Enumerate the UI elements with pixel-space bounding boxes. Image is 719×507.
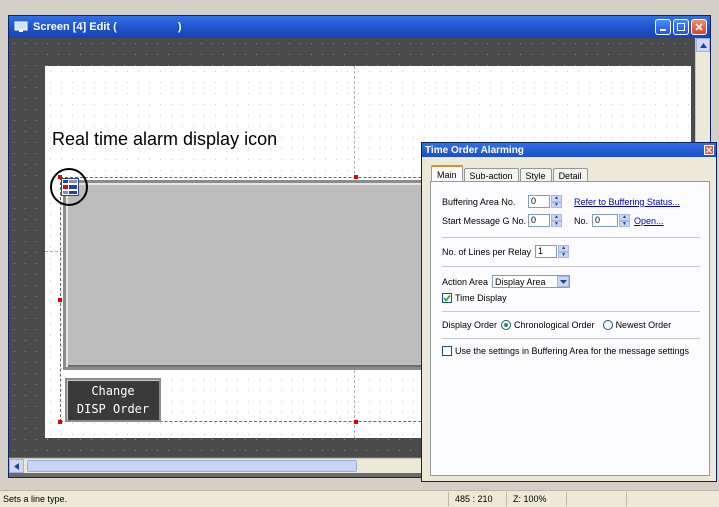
horizontal-scroll-thumb[interactable] — [27, 460, 357, 472]
display-order-row: Display Order Chronological Order Newest… — [442, 320, 671, 330]
time-display-row: Time Display — [442, 293, 507, 303]
chronological-order-label: Chronological Order — [514, 320, 595, 330]
no-stepper[interactable]: 0 ▲ ▼ — [592, 214, 631, 227]
main-tab-panel: Buffering Area No. 0 ▲ ▼ Refer to Bufferi… — [430, 181, 710, 476]
minimize-icon[interactable] — [655, 19, 671, 35]
scroll-up-icon[interactable] — [696, 38, 710, 52]
display-order-label: Display Order — [442, 320, 498, 330]
spin-down-icon[interactable]: ▼ — [619, 220, 631, 227]
status-bar: Sets a line type. 485 : 210 Z: 100% — [0, 490, 719, 507]
status-pane-empty — [566, 492, 626, 506]
no-input[interactable]: 0 — [592, 214, 619, 227]
change-display-order-button[interactable]: Change DISP Order — [65, 378, 161, 422]
start-message-label: Start Message G No. — [442, 215, 527, 226]
newest-order-radio[interactable] — [602, 320, 613, 330]
dialog-titlebar[interactable]: Time Order Alarming — [422, 143, 716, 157]
start-message-row: Start Message G No. 0 ▲ ▼ No. 0 ▲ ▼ Open..… — [442, 214, 664, 227]
no-label: No. — [574, 215, 589, 226]
use-settings-checkbox[interactable] — [442, 346, 452, 356]
g-no-input[interactable]: 0 — [528, 214, 550, 227]
tab-sub-action[interactable]: Sub-action — [463, 168, 519, 182]
scroll-left-icon[interactable] — [9, 459, 24, 473]
action-area-select[interactable]: Display Area — [492, 275, 571, 288]
time-display-label: Time Display — [455, 293, 507, 303]
close-icon[interactable] — [691, 19, 707, 35]
buffering-area-row: Buffering Area No. 0 ▲ ▼ Refer to Bufferi… — [442, 195, 680, 208]
lines-per-relay-stepper[interactable]: 1 ▲ ▼ — [535, 245, 570, 258]
buffering-area-stepper[interactable]: 0 ▲ ▼ — [528, 195, 562, 208]
lines-per-relay-row: No. of Lines per Relay 1 ▲ ▼ — [442, 245, 570, 258]
refer-buffering-status-link[interactable]: Refer to Buffering Status... — [574, 197, 680, 207]
chevron-down-icon[interactable] — [557, 276, 570, 287]
dialog-tabs: Main Sub-action Style Detail — [431, 165, 589, 182]
tab-main[interactable]: Main — [431, 165, 463, 182]
separator — [442, 338, 700, 339]
selection-handle[interactable] — [58, 420, 62, 424]
lines-per-relay-input[interactable]: 1 — [535, 245, 558, 258]
action-area-label: Action Area — [442, 276, 489, 287]
newest-order-label: Newest Order — [615, 320, 672, 330]
separator — [442, 311, 700, 312]
open-link[interactable]: Open... — [634, 216, 664, 226]
tab-detail[interactable]: Detail — [552, 168, 588, 182]
time-display-checkbox[interactable] — [442, 293, 452, 303]
dialog-close-icon[interactable] — [704, 145, 714, 155]
zoom-level: Z: 100% — [506, 492, 566, 506]
window-title: Screen [4] Edit ( ) — [33, 21, 182, 33]
button-line-1: Change — [91, 384, 135, 398]
selection-handle[interactable] — [58, 298, 62, 302]
action-area-value: Display Area — [495, 276, 546, 287]
separator — [442, 266, 700, 267]
button-line-2: DISP Order — [76, 402, 150, 416]
buffering-area-input[interactable]: 0 — [528, 195, 550, 208]
separator — [442, 237, 700, 238]
tab-style[interactable]: Style — [519, 168, 552, 182]
action-area-row: Action Area Display Area — [442, 275, 571, 288]
annotation-label: Real time alarm display icon — [52, 129, 278, 149]
spin-down-icon[interactable]: ▼ — [558, 251, 570, 258]
screen-edit-icon — [13, 20, 29, 34]
selection-handle[interactable] — [354, 175, 358, 179]
lines-per-relay-label: No. of Lines per Relay — [442, 246, 532, 257]
g-no-stepper[interactable]: 0 ▲ ▼ — [528, 214, 562, 227]
dialog-title: Time Order Alarming — [425, 144, 524, 156]
spin-down-icon[interactable]: ▼ — [551, 201, 562, 208]
status-pane-empty — [626, 492, 719, 506]
cursor-coordinates: 485 : 210 — [448, 492, 506, 506]
restore-icon[interactable] — [673, 19, 689, 35]
time-order-alarming-dialog: Time Order Alarming Main Sub-action Styl… — [421, 142, 717, 482]
buffering-area-label: Buffering Area No. — [442, 196, 516, 207]
use-settings-label: Use the settings in Buffering Area for t… — [455, 346, 689, 356]
window-titlebar[interactable]: Screen [4] Edit ( ) — [9, 16, 710, 38]
spin-down-icon[interactable]: ▼ — [551, 220, 562, 227]
selection-handle[interactable] — [354, 420, 358, 424]
status-message: Sets a line type. — [3, 494, 68, 504]
chronological-order-radio[interactable] — [501, 320, 512, 330]
highlight-circle — [50, 168, 88, 206]
use-settings-row: Use the settings in Buffering Area for t… — [442, 346, 689, 356]
